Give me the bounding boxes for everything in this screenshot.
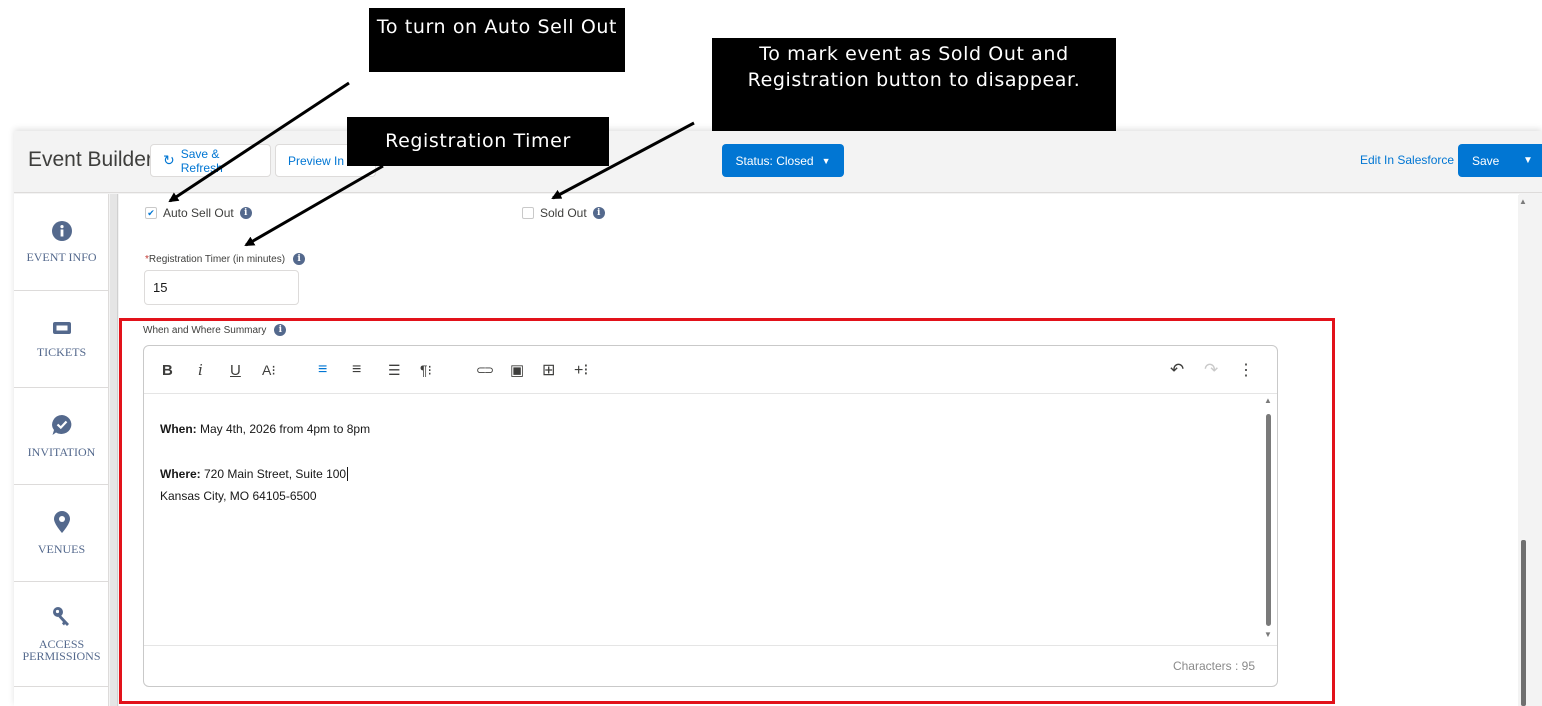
sold-out-field[interactable]: Sold Out i [522,206,605,220]
editor-scroll-thumb[interactable] [1266,414,1271,626]
page-scrollbar[interactable]: ▲ [1518,195,1528,706]
where-label: Where: [160,467,201,481]
sidebar-item-label: INVITATION [27,445,96,459]
sidebar-item-label: TICKETS [36,345,87,359]
character-count: Characters : 95 [1172,659,1255,673]
sidebar-item-tickets[interactable]: TICKETS [14,291,109,388]
registration-timer-label: *Registration Timer (in minutes) i [145,253,306,265]
auto-sell-out-checkbox[interactable]: ✔ [145,207,157,219]
sidebar-item-invitation[interactable]: INVITATION [14,388,109,485]
rich-text-editor[interactable]: B i U A⁝ ≡ ≡ ☰ ¶⁝ ⊂⊃ ▣ ⊞ +⁝ ↶ ↷ ⋮ When: … [143,345,1278,687]
summary-label: When and Where Summary i [143,324,287,336]
more-options-button[interactable]: ⋮ [1238,360,1254,380]
sold-out-callout: To mark event as Sold Out and Registrati… [712,38,1116,131]
preview-label: Preview In [288,153,345,168]
app-title: Event Builder [28,148,153,171]
page-scroll-thumb[interactable] [1521,540,1526,706]
editor-content[interactable]: When: May 4th, 2026 from 4pm to 8pm Wher… [160,418,370,507]
summary-label-text: When and Where Summary [143,324,267,336]
registration-timer-input[interactable]: 15 [144,270,299,305]
editor-footer-divider [144,645,1277,646]
key-icon [52,607,69,626]
chat-check-icon [51,415,71,435]
chevron-down-icon: ▼ [821,155,831,166]
registration-timer-callout: Registration Timer [347,117,609,166]
sidebar-item-venues[interactable]: VENUES [14,485,109,582]
where-line-2: Kansas City, MO 64105-6500 [160,489,317,503]
sidebar-item-access-permissions[interactable]: ACCESS PERMISSIONS [14,582,109,687]
edit-in-salesforce-link[interactable]: Edit In Salesforce [1360,153,1454,167]
when-line: When: May 4th, 2026 from 4pm to 8pm [160,418,370,440]
align-center-button[interactable]: ≡ [352,360,361,380]
info-icon [51,221,72,241]
when-label: When: [160,422,197,436]
when-value: May 4th, 2026 from 4pm to 8pm [196,422,371,436]
sold-out-label: Sold Out [540,206,587,220]
auto-sell-out-field[interactable]: ✔ Auto Sell Out i [145,206,252,220]
editor-toolbar: B i U A⁝ ≡ ≡ ☰ ¶⁝ ⊂⊃ ▣ ⊞ +⁝ ↶ ↷ ⋮ [144,346,1277,394]
chevron-down-icon[interactable]: ▼ [1514,155,1542,166]
editor-scrollbar[interactable]: ▲ ▼ [1264,396,1272,644]
scroll-up-icon[interactable]: ▲ [1519,197,1527,206]
paragraph-button[interactable]: ¶⁝ [420,360,432,380]
save-refresh-label: Save & Refresh [180,146,223,175]
save-button[interactable]: Save [1458,154,1514,168]
sidebar-item-label: EVENT INFO [26,250,97,264]
info-icon[interactable]: i [274,324,287,336]
scroll-up-icon[interactable]: ▲ [1264,396,1272,405]
save-button-group[interactable]: Save ▼ [1458,144,1542,177]
status-dropdown[interactable]: Status: Closed ▼ [722,144,844,177]
sidebar-item-label: VENUES [37,542,86,556]
font-size-button[interactable]: A⁝ [262,360,276,380]
where-line: Where: 720 Main Street, Suite 100 [160,463,370,485]
underline-button[interactable]: U [230,360,241,380]
link-button[interactable]: ⊂⊃ [476,360,494,380]
where-value: 720 Main Street, Suite 100 [200,467,347,481]
registration-timer-label-text: Registration Timer (in minutes) [148,253,286,265]
italic-button[interactable]: i [198,360,203,380]
info-icon[interactable]: i [293,253,306,265]
scroll-down-icon[interactable]: ▼ [1264,630,1272,639]
auto-sell-out-label: Auto Sell Out [163,206,234,220]
location-pin-icon [53,511,70,533]
insert-more-button[interactable]: +⁝ [574,360,588,380]
image-button[interactable]: ▣ [510,360,524,380]
refresh-icon: ↻ [163,152,175,168]
list-button[interactable]: ☰ [388,360,401,380]
bold-button[interactable]: B [162,360,173,380]
sold-out-checkbox[interactable] [522,207,534,219]
redo-button[interactable]: ↷ [1204,360,1218,380]
status-label: Status: Closed [735,153,814,168]
sidebar-item-label: ACCESS PERMISSIONS [22,637,101,663]
sidebar-item-event-info[interactable]: EVENT INFO [14,194,109,291]
auto-sell-out-callout: To turn on Auto Sell Out [369,8,625,72]
table-button[interactable]: ⊞ [542,360,555,380]
info-icon[interactable]: i [592,207,605,219]
save-refresh-button[interactable]: ↻ Save & Refresh [150,144,271,177]
sidebar-resize-handle[interactable] [110,194,118,706]
ticket-icon [52,322,71,334]
undo-button[interactable]: ↶ [1170,360,1184,380]
text-cursor [347,467,349,481]
info-icon[interactable]: i [239,207,252,219]
app-header: Event Builder ↻ Save & Refresh Preview I… [14,131,1542,193]
align-left-button[interactable]: ≡ [318,360,327,380]
sidebar: EVENT INFO TICKETS INVITATION VENUES ACC… [14,194,109,706]
